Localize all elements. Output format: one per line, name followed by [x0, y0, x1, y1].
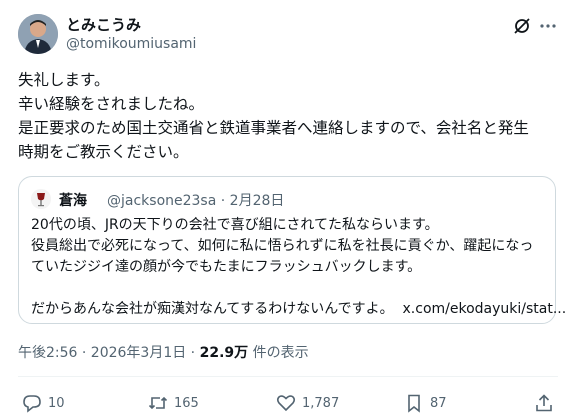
quote-line: 20代の頃、JRの天下りの会社で喜び組にされてた私ならいます。: [31, 217, 439, 233]
quote-line: [31, 278, 545, 299]
more-icon[interactable]: [538, 16, 558, 36]
post-line: 時期をご教示ください。: [18, 143, 189, 161]
quote-meta: @jacksone23sa · 2月28日: [107, 193, 285, 209]
share-button[interactable]: [534, 392, 554, 414]
quote-line: ていたジジイ達の顔が今でもたまにフラッシュバックします。: [31, 259, 422, 275]
reply-count: 10: [48, 395, 65, 411]
quote-author-name: 蒼海: [59, 193, 87, 209]
divider: [18, 376, 558, 377]
author-handle[interactable]: @tomikoumiusami: [66, 36, 196, 52]
author-name[interactable]: とみこうみ: [66, 14, 141, 35]
quote-line: だからあんな会社が痴漢対なんてするわけないんですよ。 x.com/ekodayu…: [31, 299, 566, 320]
post-line: 辛い経験をされましたね。: [18, 95, 205, 113]
quoted-post[interactable]: 蒼海 @jacksone23sa · 2月28日 20代の頃、JRの天下りの会社…: [18, 176, 566, 324]
retweet-icon: [148, 396, 168, 410]
quote-text: 20代の頃、JRの天下りの会社で喜び組にされてた私ならいます。 役員総出で必死に…: [31, 215, 566, 320]
post-line: 失礼します。: [18, 71, 110, 89]
quote-avatar: [31, 189, 51, 209]
views-label: 件の表示: [248, 345, 309, 361]
like-icon: [276, 395, 296, 412]
no-edit-icon[interactable]: [512, 16, 532, 36]
views-count: 22.9万: [199, 345, 249, 361]
bookmark-button[interactable]: 87: [404, 392, 447, 414]
share-icon: [536, 394, 552, 412]
quote-link[interactable]: x.com/ekodayuki/stat...: [403, 301, 567, 317]
reply-button[interactable]: 10: [22, 392, 65, 414]
quote-last-line: だからあんな会社が痴漢対なんてするわけないんですよ。: [31, 301, 394, 317]
bookmark-count: 87: [430, 395, 447, 411]
avatar[interactable]: [18, 14, 58, 54]
reply-icon: [23, 395, 41, 413]
post-text: 失礼します。 辛い経験をされましたね。 是正要求のため国土交通省と鉄道事業者へ連…: [18, 68, 558, 164]
post-timestamp: 午後2:56 · 2026年3月1日 · 22.9万 件の表示: [18, 342, 309, 362]
retweet-count: 165: [174, 395, 199, 411]
quote-line: 役員総出で必死になって、如何に私に悟られずに私を社長に貢ぐか、躍起になっ: [31, 238, 534, 254]
post-line: 是正要求のため国土交通省と鉄道事業者へ連絡しますので、会社名と発生: [18, 119, 529, 137]
timestamp-text[interactable]: 午後2:56 · 2026年3月1日 ·: [18, 345, 200, 361]
like-count: 1,787: [302, 395, 340, 411]
retweet-button[interactable]: 165: [148, 392, 199, 414]
bookmark-icon: [408, 394, 420, 413]
like-button[interactable]: 1,787: [276, 392, 339, 414]
